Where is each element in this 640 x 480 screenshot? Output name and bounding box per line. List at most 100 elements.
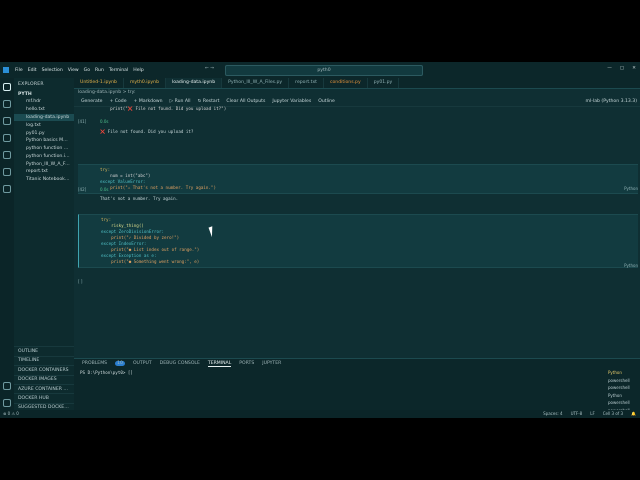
cell-1-status: 0.0s: [100, 119, 109, 124]
add-markdown-button[interactable]: + Markdown: [134, 99, 163, 104]
letterbox-bottom: [0, 418, 640, 480]
output-text: That's not a number. Try again.: [100, 196, 179, 201]
problems-badge: 10: [115, 361, 125, 366]
cell-3[interactable]: try: risky_thing() except ZeroDivisionEr…: [78, 214, 638, 268]
vscode-window: File Edit Selection View Go Run Terminal…: [0, 62, 640, 418]
code-editor[interactable]: try: risky_thing() except ZeroDivisionEr…: [78, 214, 638, 268]
account-icon[interactable]: [3, 382, 11, 390]
tab-py01[interactable]: py01.py: [368, 78, 400, 88]
extensions-icon[interactable]: [3, 151, 11, 159]
status-cell[interactable]: Cell 3 of 3: [603, 410, 623, 418]
terminal-list: Python powershell powershell Python powe…: [608, 369, 636, 415]
cell-2[interactable]: try: num = int("abc") except ValueError:…: [78, 164, 638, 194]
file-item[interactable]: report.txt: [14, 168, 74, 176]
tab-myth0[interactable]: myth0.ipynb: [124, 78, 166, 88]
sidebar-sections: OUTLINE TIMELINE DOCKER CONTAINERS DOCKE…: [14, 346, 74, 412]
section-timeline[interactable]: TIMELINE: [14, 355, 74, 365]
tab-problems-label: PROBLEMS: [82, 361, 108, 366]
menu-run[interactable]: Run: [95, 68, 104, 73]
file-item[interactable]: mf.hdr: [14, 98, 74, 106]
status-encoding[interactable]: UTF-8: [571, 410, 583, 418]
menu-terminal[interactable]: Terminal: [109, 68, 128, 73]
tab-loading-data[interactable]: loading-data.ipynb: [165, 78, 223, 88]
cell-2-language[interactable]: Python: [624, 186, 638, 191]
add-code-button[interactable]: + Code: [109, 99, 126, 104]
section-docker-images[interactable]: DOCKER IMAGES: [14, 374, 74, 384]
menu-selection[interactable]: Selection: [42, 68, 63, 73]
menu-help[interactable]: Help: [133, 68, 143, 73]
kernel-picker[interactable]: ml-lab (Python 3.13.3): [586, 99, 637, 104]
search-icon[interactable]: [3, 100, 11, 108]
maximize-icon[interactable]: ▢: [620, 66, 624, 71]
minimize-icon[interactable]: —: [607, 66, 612, 71]
section-azure-registry[interactable]: AZURE CONTAINER REGIS...: [14, 383, 74, 393]
code-editor[interactable]: try: num = int("abc") except ValueError:…: [78, 164, 638, 194]
tab-untitled[interactable]: Untitled-1.ipynb: [74, 78, 124, 88]
generate-button[interactable]: Generate: [81, 99, 102, 104]
testing-icon[interactable]: [3, 168, 11, 176]
close-icon[interactable]: ✕: [632, 66, 636, 71]
file-item[interactable]: hello.txt: [14, 106, 74, 114]
tab-ports[interactable]: PORTS: [239, 361, 254, 366]
panel-tabs: PROBLEMS 10 OUTPUT DEBUG CONSOLE TERMINAL…: [74, 359, 640, 368]
code-line: print("⚠ That's not a number. Try again.…: [100, 185, 216, 190]
vscode-logo-icon: [3, 67, 9, 73]
run-all-button[interactable]: ▷ Run All: [170, 99, 191, 104]
cell-3-language[interactable]: Python: [624, 263, 638, 268]
tab-conditions[interactable]: conditions.py: [324, 78, 368, 88]
cell-1: print("❌ File not found. Did you upload …: [78, 106, 638, 112]
tab-terminal[interactable]: TERMINAL: [207, 361, 232, 367]
menu-go[interactable]: Go: [84, 68, 90, 73]
tab-output[interactable]: OUTPUT: [133, 361, 152, 366]
status-spaces[interactable]: Spaces: 4: [543, 410, 562, 418]
workspace-folder[interactable]: PYTH: [14, 91, 74, 98]
menu-bar: File Edit Selection View Go Run Terminal…: [15, 68, 149, 73]
tab-problems[interactable]: PROBLEMS 10: [82, 361, 125, 366]
file-item[interactable]: python function real...: [14, 145, 74, 153]
run-debug-icon[interactable]: [3, 134, 11, 142]
terminal-prompt[interactable]: PS D:\Python\pyt0> []: [74, 368, 640, 377]
explorer-icon[interactable]: [3, 83, 11, 91]
file-item[interactable]: Titanic Notebook.ipynb: [14, 176, 74, 184]
status-problems[interactable]: ⊗ 0 ⚠ 0: [3, 410, 19, 418]
section-docker-hub[interactable]: DOCKER HUB: [14, 393, 74, 402]
tab-report[interactable]: report.txt: [289, 78, 324, 88]
nav-arrows[interactable]: ← →: [205, 66, 214, 71]
status-bar: ⊗ 0 ⚠ 0 Spaces: 4 UTF-8 LF Cell 3 of 3 🔔: [0, 410, 640, 418]
terminal-item[interactable]: powershell: [608, 377, 636, 385]
tab-python-files[interactable]: Python_III_W_A_Files.py: [222, 78, 290, 88]
tab-jupyter[interactable]: JUPYTER: [262, 361, 281, 366]
activity-bar: [0, 78, 14, 418]
menu-edit[interactable]: Edit: [28, 68, 37, 73]
cell-1-prompt: [41]: [78, 119, 87, 124]
source-control-icon[interactable]: [3, 117, 11, 125]
file-item[interactable]: py01.py: [14, 129, 74, 137]
section-docker-containers[interactable]: DOCKER CONTAINERS: [14, 365, 74, 374]
docker-icon[interactable]: [3, 185, 11, 193]
terminal-item[interactable]: Python: [608, 369, 636, 377]
terminal-item[interactable]: Python: [608, 392, 636, 400]
terminal-item[interactable]: powershell: [608, 399, 636, 407]
section-outline[interactable]: OUTLINE: [14, 346, 74, 355]
cell-2-output: That's not a number. Try again.: [78, 193, 638, 205]
outline-button[interactable]: Outline: [318, 99, 335, 104]
file-item[interactable]: Python_III_W_A_Files.py: [14, 160, 74, 168]
file-item[interactable]: python function.ipynb: [14, 152, 74, 160]
clear-outputs-button[interactable]: Clear All Outputs: [226, 99, 265, 104]
title-bar: File Edit Selection View Go Run Terminal…: [0, 62, 640, 78]
restart-button[interactable]: ↻ Restart: [198, 99, 220, 104]
status-eol[interactable]: LF: [590, 410, 595, 418]
breadcrumb[interactable]: loading-data.ipynb > try:: [74, 89, 640, 97]
menu-file[interactable]: File: [15, 68, 23, 73]
file-item[interactable]: loading-data.ipynb: [14, 113, 74, 122]
terminal-item[interactable]: powershell: [608, 384, 636, 392]
command-center-search[interactable]: pyth0: [225, 65, 423, 76]
status-right: Spaces: 4 UTF-8 LF Cell 3 of 3 🔔: [543, 410, 636, 418]
file-item[interactable]: log.txt: [14, 121, 74, 129]
gear-icon[interactable]: [3, 399, 11, 407]
tab-debug-console[interactable]: DEBUG CONSOLE: [160, 361, 200, 366]
bell-icon[interactable]: 🔔: [631, 410, 636, 418]
menu-view[interactable]: View: [68, 68, 79, 73]
variables-button[interactable]: Jupyter Variables: [272, 99, 311, 104]
file-item[interactable]: Python basics ML coo...: [14, 137, 74, 145]
